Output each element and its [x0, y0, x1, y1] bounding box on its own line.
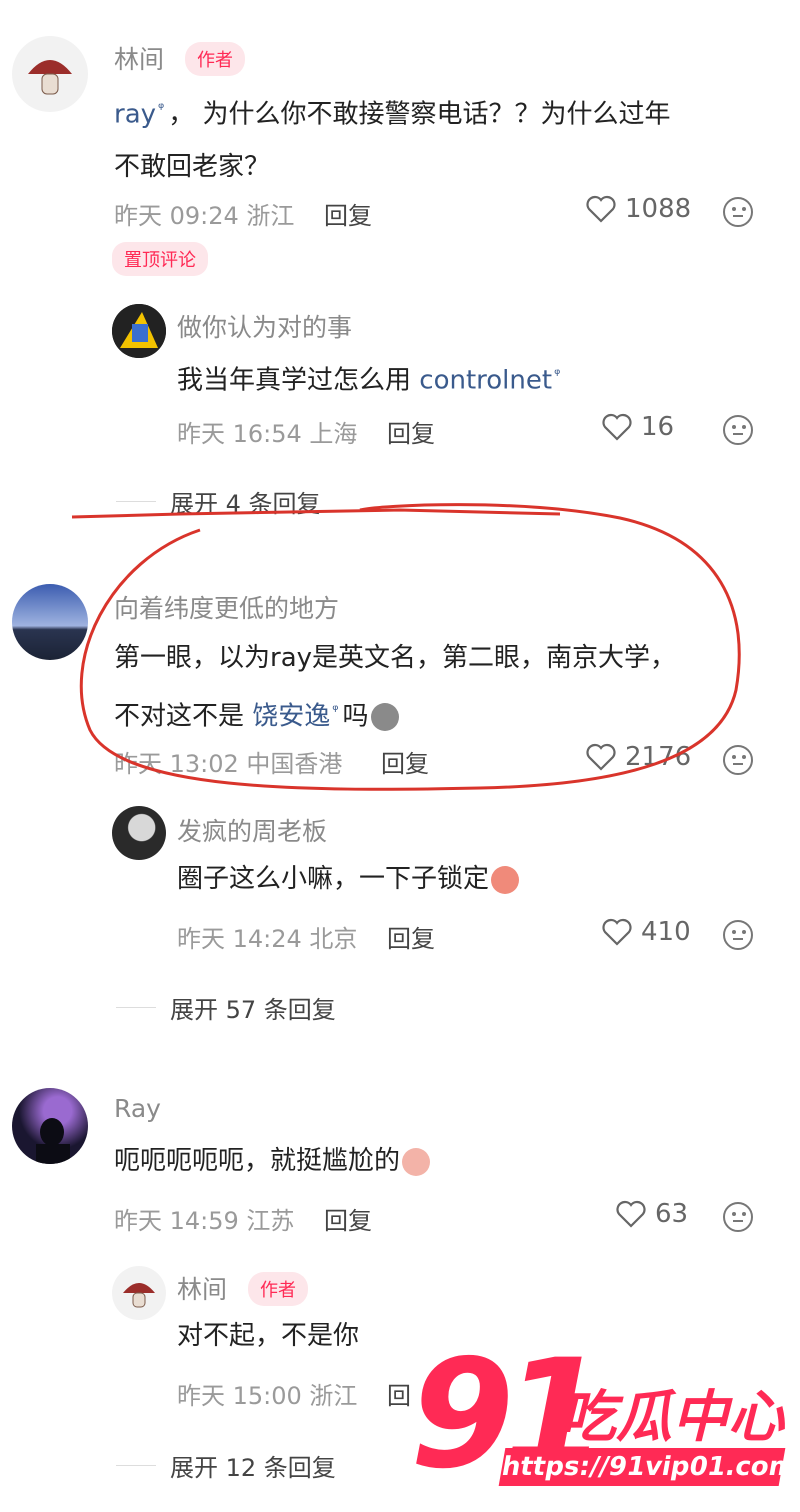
red-annotation-circle: [71, 503, 741, 791]
watermark-url: https://91vip01.com: [498, 1448, 799, 1486]
watermark: 91 吃瓜中心 https://91vip01.com: [410, 1330, 800, 1512]
watermark-text: 吃瓜中心: [560, 1385, 784, 1450]
